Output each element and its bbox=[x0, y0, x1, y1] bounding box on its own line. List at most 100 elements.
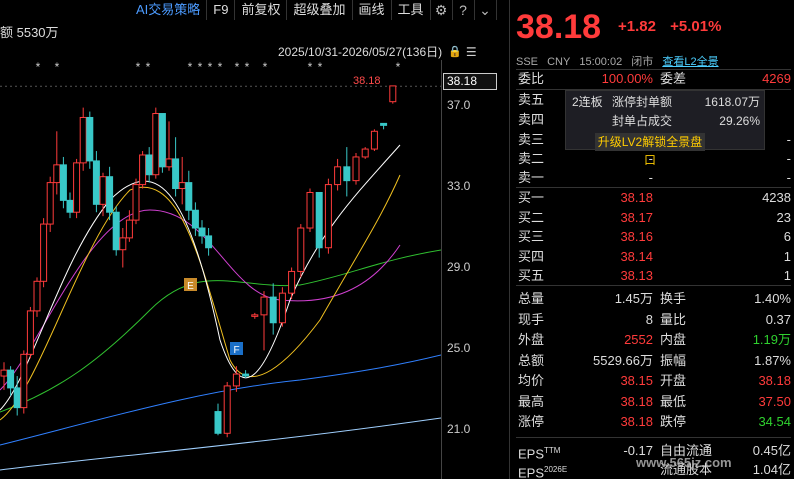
candle-body bbox=[352, 156, 360, 182]
star-marker: * bbox=[245, 60, 250, 74]
candle-body bbox=[46, 182, 54, 225]
price-tick: 37.0 bbox=[447, 98, 471, 112]
stat-value: 5529.66万 bbox=[593, 352, 653, 368]
candle-body bbox=[26, 310, 34, 355]
stat-label: 内盘 bbox=[660, 332, 687, 347]
price-tick: 29.0 bbox=[447, 260, 471, 274]
candle-body bbox=[260, 296, 268, 316]
commission-diff-value: 4269 bbox=[762, 71, 791, 86]
ma20-line bbox=[0, 209, 401, 391]
limit-order-ratio-label: 封单占成交 bbox=[612, 114, 673, 128]
buy-price: 38.16 bbox=[620, 229, 653, 244]
stat-value: 0.37 bbox=[765, 311, 791, 327]
quote-panel: 38.18 +1.82 +5.01% SSE CNY 15:00:02 闭市 查… bbox=[509, 0, 794, 479]
ai-strategy-button[interactable]: AI交易策略 bbox=[130, 0, 208, 20]
candle-body bbox=[324, 184, 332, 249]
star-marker: * bbox=[218, 60, 223, 74]
candle-body bbox=[0, 369, 8, 377]
buy-label: 买四 bbox=[518, 248, 545, 264]
candle-body bbox=[251, 314, 259, 317]
candle-body bbox=[380, 122, 388, 126]
candle-body bbox=[13, 387, 21, 409]
current-price-label: 38.18 bbox=[353, 75, 381, 87]
candle-body bbox=[119, 237, 127, 251]
candle-body bbox=[306, 191, 314, 229]
chevron-down-icon[interactable]: ⌄ bbox=[475, 0, 497, 20]
price-tick: 25.0 bbox=[447, 341, 471, 355]
stat-label: 开盘 bbox=[660, 373, 687, 388]
star-marker: * bbox=[146, 60, 151, 74]
stat-label: 振幅 bbox=[660, 352, 687, 368]
candle-body bbox=[232, 373, 240, 387]
event-marker-e-label: E bbox=[187, 281, 194, 292]
divider bbox=[516, 285, 791, 286]
candle-body bbox=[178, 182, 186, 190]
price-tick: 33.0 bbox=[447, 179, 471, 193]
upgrade-lv2-button[interactable]: 升级LV2解锁全景盘口 bbox=[595, 133, 705, 167]
stat-label: 换手 bbox=[660, 291, 687, 306]
stat-label: 外盘 bbox=[518, 332, 545, 347]
sell-volume: - bbox=[786, 151, 791, 166]
stat-label: 均价 bbox=[518, 373, 545, 388]
buy-volume: 6 bbox=[783, 229, 791, 244]
draw-line-button[interactable]: 画线 bbox=[353, 0, 392, 20]
candle-body bbox=[33, 280, 41, 312]
star-marker: * bbox=[198, 60, 203, 74]
candle-body bbox=[79, 116, 87, 164]
super-overlay-button[interactable]: 超级叠加 bbox=[287, 0, 353, 20]
tools-button[interactable]: 工具 bbox=[392, 0, 431, 20]
market-status: 闭市 bbox=[631, 56, 654, 68]
stat-value: 1.40% bbox=[754, 291, 791, 306]
star-marker: * bbox=[263, 60, 268, 74]
event-marker-f-label: F bbox=[233, 345, 239, 356]
candle-body bbox=[40, 223, 48, 282]
buy-level-4: 买四 38.14 1 bbox=[518, 248, 791, 266]
gear-icon[interactable]: ⚙ bbox=[431, 0, 453, 20]
sell-label: 卖一 bbox=[518, 170, 545, 185]
buy-volume: 1 bbox=[783, 268, 791, 283]
star-marker: * bbox=[55, 60, 60, 74]
candle-body bbox=[99, 176, 107, 205]
candle-body bbox=[53, 164, 61, 184]
quote-time: 15:00:02 bbox=[579, 56, 623, 68]
stat-value: 1.45万 bbox=[614, 291, 653, 306]
current-price-tag: 38.18 bbox=[443, 73, 497, 90]
stat-label: 总量 bbox=[518, 291, 545, 306]
f9-button[interactable]: F9 bbox=[207, 0, 236, 20]
candlestick-chart[interactable]: * * * * * * * * * * * * * * E F bbox=[0, 60, 441, 479]
candle-body bbox=[269, 296, 277, 324]
star-marker: * bbox=[36, 60, 41, 74]
lock-icon[interactable]: 🔒 bbox=[448, 45, 462, 58]
sell-label: 卖五 bbox=[518, 92, 545, 107]
stat-label: 涨停 bbox=[518, 414, 545, 429]
candle-body bbox=[106, 176, 114, 213]
commission-diff-label: 委差 bbox=[660, 71, 687, 86]
candle-body bbox=[361, 148, 369, 158]
amount-label: 额 5530万 bbox=[0, 25, 59, 40]
menu-icon[interactable]: ☰ bbox=[466, 45, 477, 59]
sell-label: 卖四 bbox=[518, 112, 545, 127]
kline-chart-area[interactable]: AI交易策略 F9 前复权 超级叠加 画线 工具 ⚙ ? ⌄ 额 5530万 2… bbox=[0, 0, 500, 479]
consecutive-limit-tag: 2连板 bbox=[572, 95, 603, 109]
commission-ratio-label: 委比 bbox=[518, 71, 545, 86]
stat-label: 总额 bbox=[518, 352, 545, 368]
view-l2-link[interactable]: 查看L2全景 bbox=[662, 56, 718, 68]
help-icon[interactable]: ? bbox=[453, 0, 475, 20]
stat-label: 量比 bbox=[660, 311, 687, 327]
forward-adjust-button[interactable]: 前复权 bbox=[235, 0, 288, 20]
candle-body bbox=[214, 411, 222, 434]
buy-level-3: 买三 38.16 6 bbox=[518, 228, 791, 246]
limit-order-amount-label: 涨停封单额 bbox=[612, 95, 673, 109]
candle-body bbox=[334, 166, 342, 186]
limit-order-ratio-row: 封单占成交 29.26% bbox=[572, 112, 760, 130]
candle-body bbox=[125, 219, 133, 239]
float-shares-value: 1.04亿 bbox=[752, 462, 791, 477]
buy-level-5: 买五 38.13 1 bbox=[518, 267, 791, 285]
buy-price: 38.14 bbox=[620, 248, 653, 264]
commission-ratio-value: 100.00% bbox=[601, 71, 653, 86]
date-range[interactable]: 2025/10/31-2026/05/27(136日) 🔒 ☰ bbox=[278, 43, 477, 60]
candle-body bbox=[73, 162, 81, 213]
quote-meta: SSE CNY 15:00:02 闭市 查看L2全景 bbox=[516, 53, 725, 69]
buy-level-1: 买一 38.18 4238 bbox=[518, 189, 791, 207]
stat-row: 总量 1.45万 换手 1.40% bbox=[518, 290, 791, 308]
